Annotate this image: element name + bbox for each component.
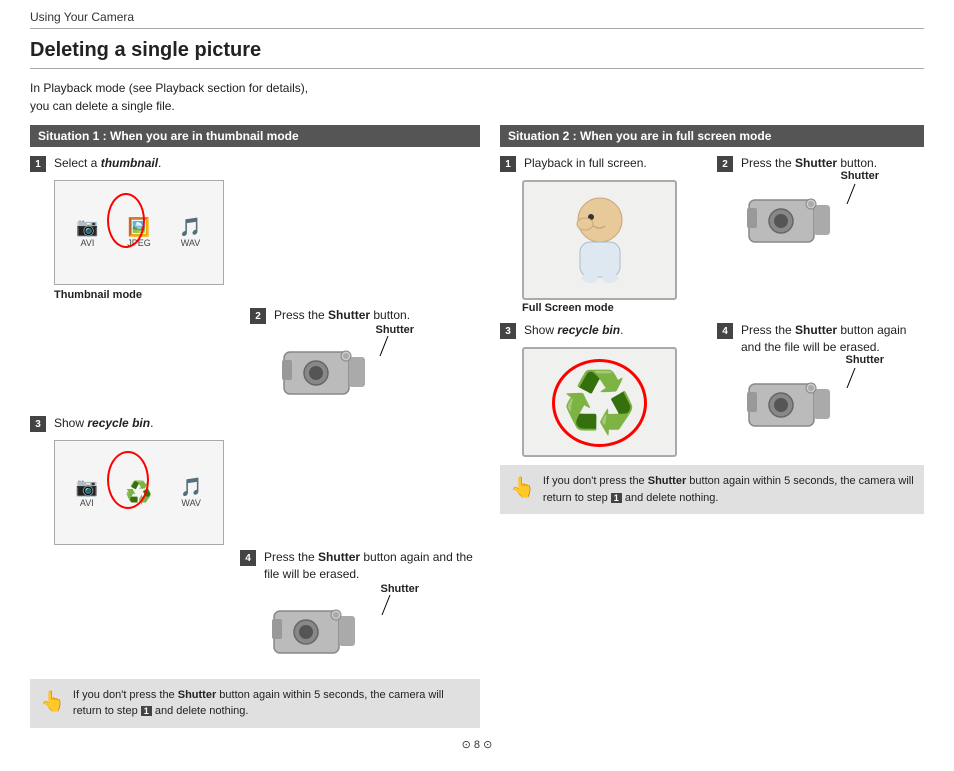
situation2-header: Situation 2 : When you are in full scree… [500,125,924,147]
situation1-step3: 3 Show recycle bin. [30,415,480,432]
camera-s2-step2: Shutter [739,180,849,260]
thumbnail-recycle-image: 📷 AVI ♻️ 🎵 WAV [54,440,224,545]
note-situation2: 👆 If you don't press the Shutter button … [500,465,924,514]
note-text-2: If you don't press the Shutter button ag… [543,473,914,506]
situation1-header: Situation 1 : When you are in thumbnail … [30,125,480,147]
step-num-s2-4: 4 [717,323,733,339]
step-num-s2-2: 2 [717,156,733,172]
section-title: Using Your Camera [30,10,134,24]
thumbnail-mode-image: 📷 AVI 🖼️ JPEG 🎵 WAV [54,180,224,285]
note-text-1: If you don't press the Shutter button ag… [73,687,470,720]
page: Using Your Camera Deleting a single pict… [0,0,954,771]
step-num-s2-1: 1 [500,156,516,172]
situation2-steps-3-4: 3 Show recycle bin. ♻️ 4 [500,322,924,457]
intro-text: In Playback mode (see Playback section f… [30,79,924,115]
situation2-step3: 3 Show recycle bin. [500,322,707,339]
step-num-4a: 4 [240,550,256,566]
page-footer: ⊙ 8 ⊙ [30,738,924,751]
s2-step1-text: Playback in full screen. [524,155,647,172]
situation2-step2: 2 Press the Shutter button. [717,155,924,172]
camera-s2-step4: Shutter [739,364,849,444]
step-num-1: 1 [30,156,46,172]
step1-text: Select a thumbnail. [54,155,161,172]
situation1-step2: 2 Press the Shutter button. [250,307,480,324]
camera-step4: Shutter [264,591,384,671]
situation1-column: Situation 1 : When you are in thumbnail … [30,125,480,728]
note-situation1: 👆 If you don't press the Shutter button … [30,679,480,728]
step4-text: Press the Shutter button again and the f… [264,549,480,583]
situation2-steps-1-2: 1 Playback in full screen. [500,155,924,314]
step2-text: Press the Shutter button. [274,307,410,324]
step-num-s2-3: 3 [500,323,516,339]
situation1-step4: 4 Press the Shutter button again and the… [240,549,480,583]
s2-step3-text: Show recycle bin. [524,322,623,339]
step3-text: Show recycle bin. [54,415,153,432]
step-num-3a: 3 [30,416,46,432]
situation1-step1: 1 Select a thumbnail. [30,155,480,172]
fullscreen-recycle-image: ♻️ [522,347,677,457]
page-title: Deleting a single picture [30,39,924,62]
top-bar: Using Your Camera [30,10,924,29]
s2-step4-text: Press the Shutter button again and the f… [741,322,924,356]
two-column-layout: Situation 1 : When you are in thumbnail … [30,125,924,728]
note-icon-2: 👆 [510,473,535,503]
fullscreen-baby-image [522,180,677,300]
thumbnail-mode-caption: Thumbnail mode [54,289,480,301]
fullscreen-caption: Full Screen mode [522,302,707,314]
situation2-column: Situation 2 : When you are in full scree… [500,125,924,728]
step-num-2a: 2 [250,308,266,324]
situation2-step4: 4 Press the Shutter button again and the… [717,322,924,356]
situation2-step1: 1 Playback in full screen. [500,155,707,172]
note-icon-1: 👆 [40,687,65,717]
camera-step2: Shutter [274,332,384,407]
